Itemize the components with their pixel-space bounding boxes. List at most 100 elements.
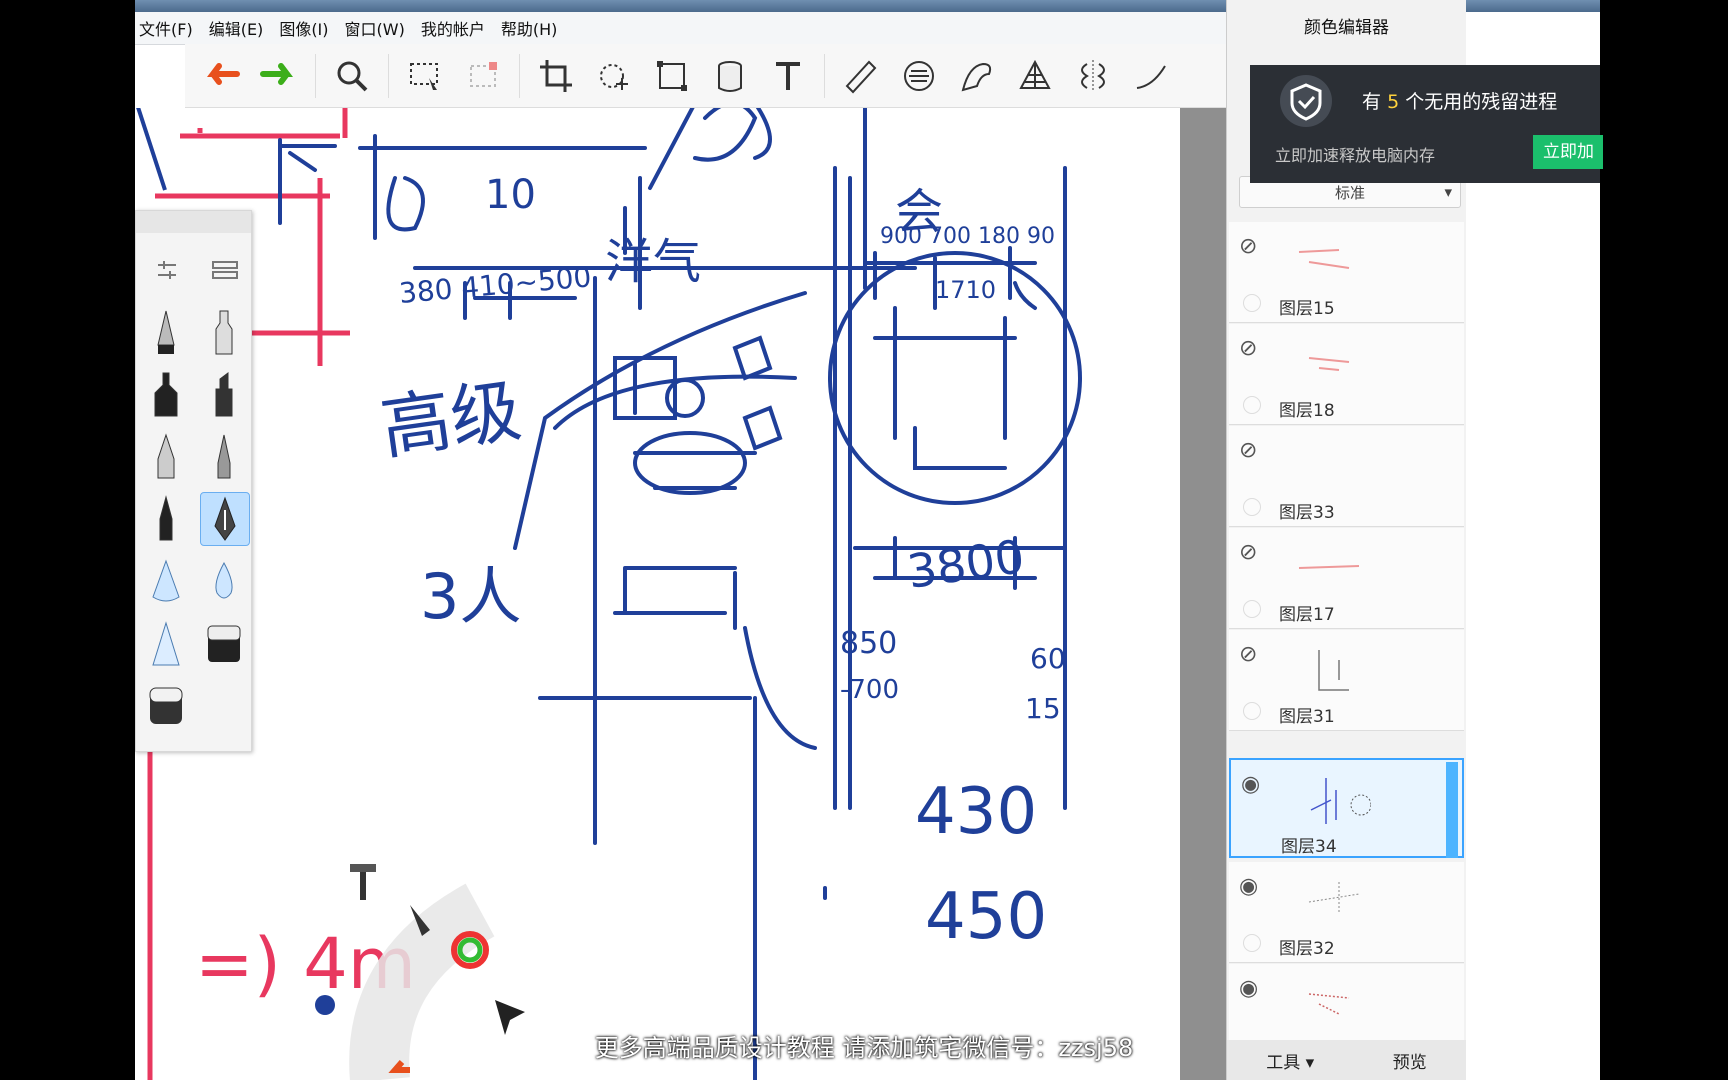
menu-help[interactable]: 帮助(H) <box>497 16 570 40</box>
toolbar-divider <box>824 53 825 98</box>
speed-up-button[interactable]: 立即加 <box>1533 135 1603 169</box>
fill-icon[interactable] <box>708 54 752 98</box>
layer-item[interactable]: ⊘ 图层31 <box>1229 630 1464 731</box>
layer-item[interactable]: ⊘ 图层17 <box>1229 528 1464 629</box>
menu-window[interactable]: 窗口(W) <box>341 16 417 40</box>
symmetry-icon[interactable] <box>1071 54 1115 98</box>
layer-thumbnail <box>1279 640 1369 696</box>
airbrush-icon[interactable] <box>142 556 190 608</box>
redo-icon[interactable] <box>257 54 301 98</box>
sketch-drawing: 高级 洋气 会 3人 380 410~500 10 900 700 180 90… <box>135 96 1082 1080</box>
marker-brush-icon[interactable] <box>200 306 248 358</box>
eye-hidden-icon[interactable]: ⊘ <box>1239 234 1257 259</box>
french-curve-icon[interactable] <box>955 54 999 98</box>
svg-text:450: 450 <box>925 880 1047 954</box>
layer-item[interactable]: ⊘ 图层18 <box>1229 324 1464 425</box>
lasso-icon[interactable] <box>461 54 505 98</box>
chisel-marker-icon[interactable] <box>200 368 248 420</box>
tools-icon[interactable] <box>350 864 376 900</box>
brush-library-icon[interactable] <box>211 259 239 285</box>
toolbar <box>185 44 1305 108</box>
brush-palette-header[interactable] <box>136 211 251 233</box>
pencil-brush-icon[interactable] <box>142 306 190 358</box>
blender-icon[interactable] <box>200 556 248 608</box>
ellipse-icon[interactable] <box>897 54 941 98</box>
layer-lock-toggle[interactable] <box>1243 934 1261 952</box>
svg-text:10: 10 <box>485 172 536 218</box>
zoom-icon[interactable] <box>330 54 374 98</box>
fountain-pen-icon[interactable] <box>200 492 250 546</box>
svg-text:850: 850 <box>840 626 897 661</box>
color-editor-title[interactable]: 颜色编辑器 <box>1227 12 1466 44</box>
menu-image[interactable]: 图像(I) <box>275 16 340 40</box>
text-icon[interactable] <box>766 54 810 98</box>
crop-icon[interactable] <box>534 54 578 98</box>
select-icon[interactable] <box>403 54 447 98</box>
transform-icon[interactable] <box>592 54 636 98</box>
undo-icon[interactable] <box>199 54 243 98</box>
menu-account[interactable]: 我的帐户 <box>417 16 497 40</box>
layer-lock-toggle[interactable] <box>1243 600 1261 618</box>
layer-item[interactable]: ◉ 图层32 <box>1229 862 1464 963</box>
notification-suffix: 个无用的残留进程 <box>1405 91 1558 113</box>
svg-text:1710: 1710 <box>935 276 996 304</box>
eye-hidden-icon[interactable]: ⊘ <box>1239 540 1257 565</box>
drawing-canvas[interactable]: 高级 洋气 会 3人 380 410~500 10 900 700 180 90… <box>135 96 1180 1080</box>
layer-opacity-bar[interactable] <box>1446 762 1458 858</box>
svg-text:430: 430 <box>915 775 1037 849</box>
eye-icon[interactable]: ◉ <box>1239 874 1258 899</box>
layer-name: 图层15 <box>1279 299 1335 319</box>
stroke-icon[interactable] <box>1129 54 1173 98</box>
layer-thumbnail <box>1281 770 1372 826</box>
distort-icon[interactable] <box>650 54 694 98</box>
perspective-icon[interactable] <box>1013 54 1057 98</box>
eye-hidden-icon[interactable]: ⊘ <box>1239 438 1257 463</box>
layer-thumbnail <box>1279 334 1369 390</box>
menu-bar: 文件(F) 编辑(E) 图像(I) 窗口(W) 我的帐户 帮助(H) <box>135 12 1361 45</box>
layer-lock-toggle[interactable] <box>1243 498 1261 516</box>
layer-name: 图层33 <box>1279 503 1335 523</box>
eye-icon[interactable]: ◉ <box>1241 772 1260 797</box>
fine-pen-icon[interactable] <box>200 430 248 482</box>
layer-thumbnail <box>1279 232 1369 288</box>
layer-lock-toggle[interactable] <box>1243 396 1261 414</box>
layer-lock-toggle[interactable] <box>1243 702 1261 720</box>
layer-thumbnail <box>1279 538 1369 594</box>
chevron-down-icon: ▾ <box>1444 183 1452 201</box>
eye-hidden-icon[interactable]: ⊘ <box>1239 642 1257 667</box>
layer-lock-toggle[interactable] <box>1243 294 1261 312</box>
layer-item[interactable]: ⊘ 图层15 <box>1229 222 1464 323</box>
brush-palette <box>135 210 252 752</box>
triangle-brush-icon[interactable] <box>142 618 190 670</box>
video-caption: 更多高端品质设计教程 请添加筑宅微信号：zzsj58 <box>594 1034 1134 1062</box>
eraser-hard-icon[interactable] <box>200 618 248 670</box>
toolbar-divider <box>388 53 389 98</box>
notification-subtext: 立即加速释放电脑内存 <box>1275 146 1436 165</box>
eye-hidden-icon[interactable]: ⊘ <box>1239 336 1257 361</box>
ink-pen-icon[interactable] <box>142 492 190 544</box>
color-puck-icon <box>315 995 335 1015</box>
ballpoint-pen-icon[interactable] <box>142 430 190 482</box>
layer-thumbnail <box>1279 436 1369 492</box>
notification-count: 5 <box>1387 91 1400 113</box>
layer-name: 图层17 <box>1279 605 1335 625</box>
shield-icon <box>1278 73 1334 133</box>
layer-item-selected[interactable]: ◉ 图层34 <box>1229 758 1464 858</box>
ruler-icon[interactable] <box>839 54 883 98</box>
blend-mode-value: 标准 <box>1334 183 1365 202</box>
svg-text:-700: -700 <box>840 675 899 705</box>
layer-name: 图层32 <box>1279 939 1335 959</box>
menu-file[interactable]: 文件(F) <box>135 16 205 40</box>
layer-item[interactable]: ⊘ 图层33 <box>1229 426 1464 527</box>
brush-settings-icon[interactable] <box>156 259 178 285</box>
eye-icon[interactable]: ◉ <box>1239 976 1258 1001</box>
layer-name: 图层18 <box>1279 401 1335 421</box>
cleanup-notification: 有 5 个无用的残留进程 立即加速释放电脑内存 立即加 <box>1250 65 1603 183</box>
layer-thumbnail <box>1279 974 1369 1030</box>
eraser-soft-icon[interactable] <box>142 680 190 732</box>
layer-name: 图层34 <box>1281 837 1337 857</box>
felt-pen-brush-icon[interactable] <box>142 368 190 420</box>
svg-text:洋气: 洋气 <box>605 234 701 290</box>
menu-edit[interactable]: 编辑(E) <box>205 16 276 40</box>
layer-name: 图层31 <box>1279 707 1335 727</box>
